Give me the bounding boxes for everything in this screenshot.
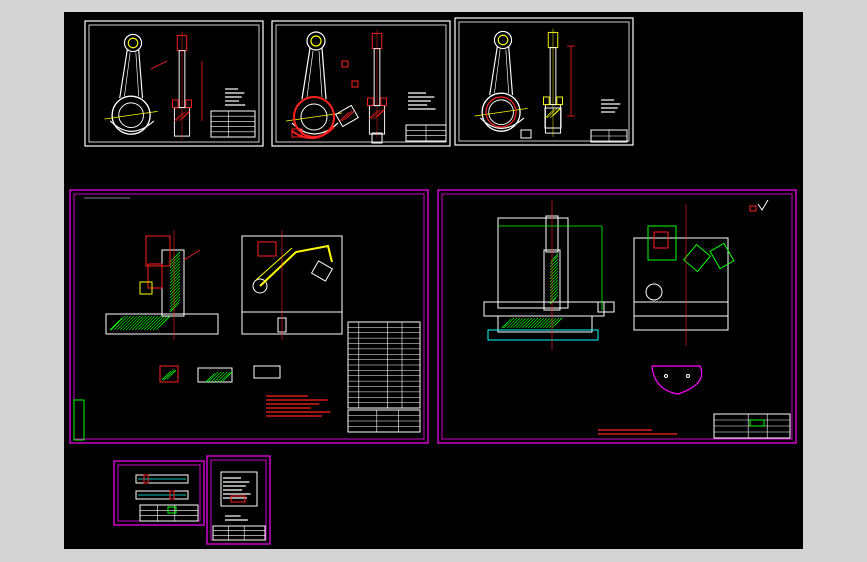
drawing-sheet-part-drawing-3[interactable]	[455, 18, 633, 145]
drawing-sheet-small-sheet-1[interactable]	[114, 461, 204, 525]
drawing-sheet-part-drawing-2[interactable]	[272, 21, 450, 146]
drawing-sheet-fixture-assembly-2[interactable]	[438, 190, 796, 443]
drawing-sheet-small-sheet-2[interactable]	[207, 456, 270, 544]
drawing-sheet-fixture-assembly-1[interactable]	[70, 190, 428, 443]
drawing-sheet-part-drawing-1[interactable]	[85, 21, 263, 146]
cad-drawing-viewport[interactable]	[64, 12, 803, 549]
